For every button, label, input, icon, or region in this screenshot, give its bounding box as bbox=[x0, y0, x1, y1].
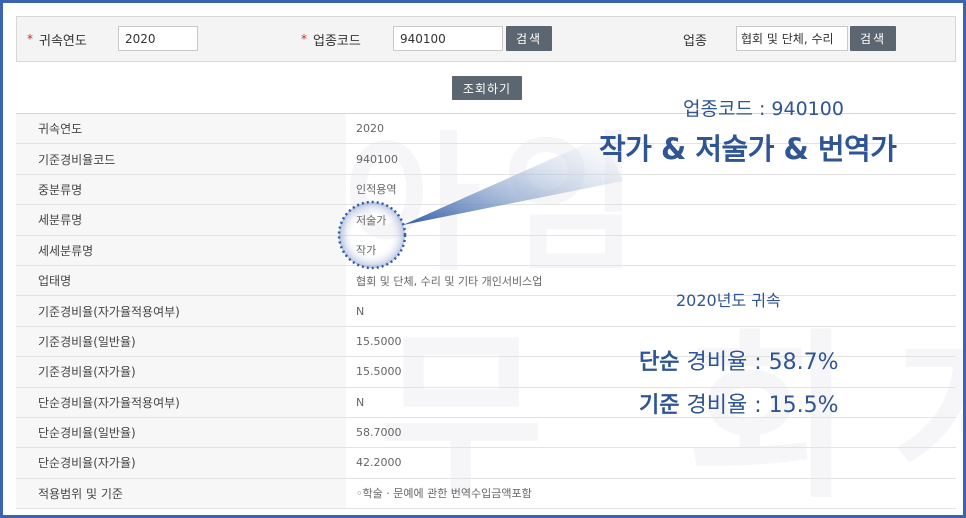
row-value: 58.7000 bbox=[356, 426, 402, 440]
query-button[interactable]: 조회하기 bbox=[452, 76, 522, 100]
table-row: 적용범위 및 기준 ◦학술 · 문예에 관한 번역수입금액포함 bbox=[16, 478, 956, 510]
row-value: 42.2000 bbox=[356, 456, 402, 470]
code-input[interactable] bbox=[393, 26, 503, 51]
simple-rate-rest: 경비율 : 58.7% bbox=[679, 350, 839, 375]
result-table: 귀속연도 2020 기준경비율코드 940100 중분류명 인적용역 세분류명 저술가 … bbox=[16, 113, 956, 510]
row-label: 기준경비율코드 bbox=[16, 144, 346, 174]
annotation-simple-rate: 단순 경비율 : 58.7% bbox=[639, 344, 839, 376]
year-label: 귀속연도 bbox=[39, 33, 87, 49]
table-row: 세세분류명 작가 bbox=[16, 235, 956, 266]
year-field-group: * 귀속연도 bbox=[27, 17, 87, 61]
table-row: 기준경비율(자가율적용여부) N bbox=[16, 296, 956, 327]
code-search-button[interactable]: 검색 bbox=[506, 26, 552, 51]
table-row: 단순경비율(자가율) 42.2000 bbox=[16, 448, 956, 479]
row-label: 단순경비율(일반율) bbox=[16, 417, 346, 448]
industry-input[interactable] bbox=[736, 26, 848, 51]
row-label: 단순경비율(자가율적용여부) bbox=[16, 387, 346, 417]
year-input[interactable] bbox=[118, 26, 198, 51]
row-label: 업태명 bbox=[16, 265, 346, 296]
table-row: 중분류명 인적용역 bbox=[16, 174, 956, 206]
row-value: ◦학술 · 문예에 관한 번역수입금액포함 bbox=[356, 487, 532, 501]
search-bar: * 귀속연도 * 업종코드 검색 업종 검색 bbox=[16, 16, 956, 62]
row-label: 단순경비율(자가율) bbox=[16, 448, 346, 478]
row-label: 세세분류명 bbox=[16, 235, 346, 265]
row-value: N bbox=[356, 304, 365, 318]
industry-label: 업종 bbox=[683, 33, 707, 49]
annotation-standard-rate: 기준 경비율 : 15.5% bbox=[639, 387, 839, 419]
row-value: 인적용역 bbox=[356, 183, 397, 197]
code-label: 업종코드 bbox=[313, 33, 361, 49]
required-star-icon: * bbox=[301, 32, 307, 46]
standard-rate-rest: 경비율 : 15.5% bbox=[679, 393, 839, 418]
row-label: 기준경비율(일반율) bbox=[16, 326, 346, 357]
table-row: 세분류명 저술가 bbox=[16, 205, 956, 236]
annotation-title: 작가 & 저술가 & 번역가 bbox=[599, 132, 897, 166]
row-value: 작가 bbox=[356, 244, 377, 258]
row-value: 저술가 bbox=[356, 213, 387, 227]
screenshot-frame: 아임 세무 회계 * 귀속연도 * 업종코드 검색 업종 검색 조회하기 귀속연… bbox=[0, 0, 966, 518]
required-star-icon: * bbox=[27, 32, 33, 46]
row-label: 귀속연도 bbox=[16, 114, 346, 144]
row-label: 기준경비율(자가율적용여부) bbox=[16, 296, 346, 326]
table-row: 단순경비율(일반율) 58.7000 bbox=[16, 417, 956, 449]
row-label: 중분류명 bbox=[16, 174, 346, 205]
industry-search-button[interactable]: 검색 bbox=[850, 26, 896, 51]
code-field-group: * 업종코드 bbox=[301, 17, 361, 61]
row-label: 기준경비율(자가율) bbox=[16, 357, 346, 387]
annotation-industry-code: 업종코드 : 940100 bbox=[683, 98, 844, 120]
row-label: 세분류명 bbox=[16, 205, 346, 235]
annotation-year: 2020년도 귀속 bbox=[676, 291, 781, 310]
table-row: 업태명 협회 및 단체, 수리 및 기타 개인서비스업 bbox=[16, 265, 956, 297]
standard-rate-bold: 기준 bbox=[639, 393, 680, 418]
row-label: 적용범위 및 기준 bbox=[16, 478, 346, 509]
industry-field-group: 업종 bbox=[683, 17, 707, 61]
row-value: 협회 및 단체, 수리 및 기타 개인서비스업 bbox=[356, 274, 543, 288]
simple-rate-bold: 단순 bbox=[639, 350, 680, 375]
